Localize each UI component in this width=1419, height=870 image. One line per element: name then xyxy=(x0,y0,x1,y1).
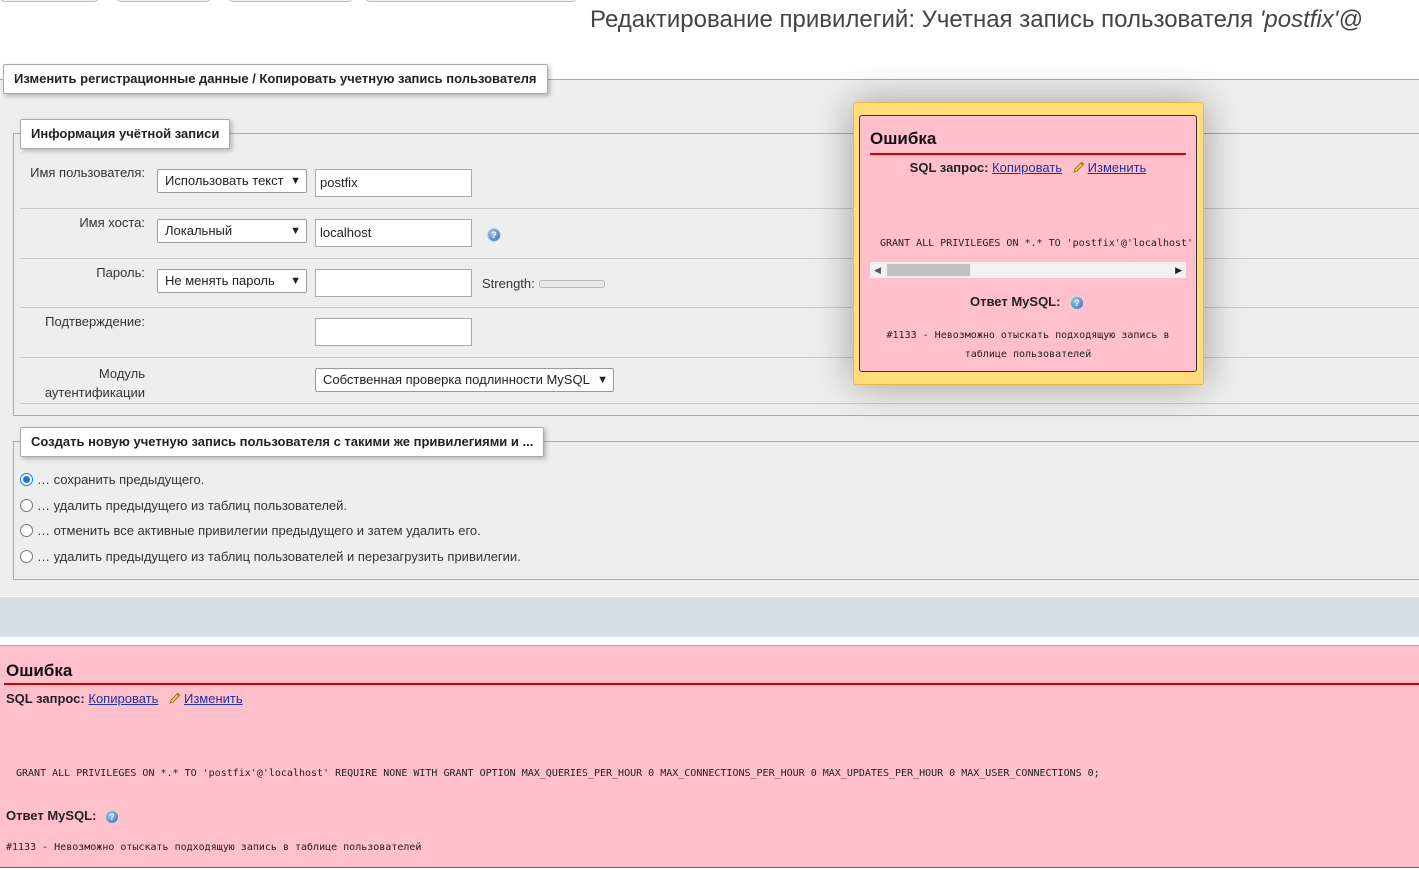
popup-sql-query-text: GRANT ALL PRIVILEGES ON *.* TO 'postfix'… xyxy=(880,238,1194,249)
help-icon[interactable]: ? xyxy=(106,811,118,823)
popup-mysql-response-label: Ответ MySQL: xyxy=(970,294,1061,309)
sql-query-text: GRANT ALL PRIVILEGES ON *.* TO 'postfix'… xyxy=(16,768,1100,779)
top-tab-stub[interactable] xyxy=(116,0,211,2)
popup-sql-query-label: SQL запрос: xyxy=(909,160,989,175)
auth-plugin-select[interactable]: Собственная проверка подлинности MySQL ▼ xyxy=(315,368,614,392)
scroll-left-icon[interactable]: ◀ xyxy=(874,262,881,278)
popup-error-title: Ошибка xyxy=(870,129,937,148)
confirm-label: Подтверждение: xyxy=(45,314,145,329)
mysql-response-line: Ответ MySQL: xyxy=(6,808,96,823)
username-label: Имя пользователя: xyxy=(30,165,145,180)
help-icon[interactable]: ? xyxy=(488,229,500,241)
account-info-legend: Информация учётной записи xyxy=(20,119,231,149)
top-tab-stub[interactable] xyxy=(365,0,577,2)
page-title-text: Редактирование привилегий: Учетная запис… xyxy=(590,6,1260,33)
top-tab-stub[interactable] xyxy=(228,0,353,2)
copy-option-radio[interactable] xyxy=(20,550,33,563)
password-input[interactable] xyxy=(315,269,472,297)
pencil-icon[interactable] xyxy=(169,692,181,704)
copy-option-label[interactable]: … отменить все активные привилегии преды… xyxy=(37,523,481,538)
popup-edit-link[interactable]: Изменить xyxy=(1088,160,1147,175)
copy-option-label[interactable]: … сохранить предыдущего. xyxy=(37,472,204,487)
chevron-down-icon: ▼ xyxy=(290,175,301,187)
error-title: Ошибка xyxy=(6,661,73,680)
scrollbar-thumb[interactable] xyxy=(887,264,970,276)
error-divider xyxy=(4,683,1419,685)
edit-link[interactable]: Изменить xyxy=(184,691,243,706)
copy-option-label[interactable]: … удалить предыдущего из таблиц пользова… xyxy=(37,498,347,513)
copy-user-legend: Создать новую учетную запись пользовател… xyxy=(20,427,545,457)
chevron-down-icon: ▼ xyxy=(290,225,301,237)
pencil-icon[interactable] xyxy=(1073,161,1085,173)
chevron-down-icon: ▼ xyxy=(597,374,608,386)
form-footer xyxy=(0,597,1419,637)
strength-label: Strength: xyxy=(482,276,535,291)
password-label: Пароль: xyxy=(96,265,145,280)
hostname-type-select[interactable]: Локальный ▼ xyxy=(157,219,307,243)
sql-query-label: SQL запрос: xyxy=(6,691,85,706)
popup-mysql-error-message: #1133 - Невозможно отыскать подходящую з… xyxy=(886,330,1170,360)
username-type-select[interactable]: Использовать текст ▼ xyxy=(157,169,307,193)
popup-copy-link[interactable]: Копировать xyxy=(992,160,1062,175)
error-popup-content: Ошибка SQL запрос: Копировать Изменить G… xyxy=(859,115,1197,372)
copy-option-radio[interactable] xyxy=(20,524,33,537)
sql-query-line: SQL запрос: Копировать Изменить xyxy=(6,691,243,706)
help-icon[interactable]: ? xyxy=(1071,297,1083,309)
error-box: Ошибка SQL запрос: Копировать Изменить G… xyxy=(0,645,1419,868)
mysql-error-message: #1133 - Невозможно отыскать подходящую з… xyxy=(6,842,422,853)
popup-error-divider xyxy=(870,153,1186,155)
confirm-password-input[interactable] xyxy=(315,318,472,346)
horizontal-scrollbar[interactable]: ◀ ▶ xyxy=(870,262,1186,278)
copy-option-radio[interactable] xyxy=(20,473,33,486)
hostname-input[interactable]: localhost xyxy=(315,219,472,247)
mysql-response-label: Ответ MySQL: xyxy=(6,808,97,823)
page-title-user: 'postfix'@ xyxy=(1259,6,1363,33)
scroll-right-icon[interactable]: ▶ xyxy=(1175,262,1182,278)
copy-option-label[interactable]: … удалить предыдущего из таблиц пользова… xyxy=(37,549,521,564)
password-type-select[interactable]: Не менять пароль ▼ xyxy=(157,269,307,293)
password-strength-meter xyxy=(539,280,605,288)
auth-plugin-label: Модуль аутентификации xyxy=(44,366,145,400)
error-popup[interactable]: Ошибка SQL запрос: Копировать Изменить G… xyxy=(853,102,1204,385)
chevron-down-icon: ▼ xyxy=(290,275,301,287)
login-info-legend: Изменить регистрационные данные / Копиро… xyxy=(3,64,548,94)
popup-mysql-response-line: Ответ MySQL: xyxy=(970,294,1060,309)
page-title: Редактирование привилегий: Учетная запис… xyxy=(590,6,1363,34)
hostname-label: Имя хоста: xyxy=(79,215,145,230)
top-tab-stub[interactable] xyxy=(0,0,99,2)
popup-sql-query-line: SQL запрос: Копировать Изменить xyxy=(860,160,1196,175)
copy-link[interactable]: Копировать xyxy=(88,691,158,706)
username-input[interactable]: postfix xyxy=(315,169,472,197)
copy-option-radio[interactable] xyxy=(20,499,33,512)
